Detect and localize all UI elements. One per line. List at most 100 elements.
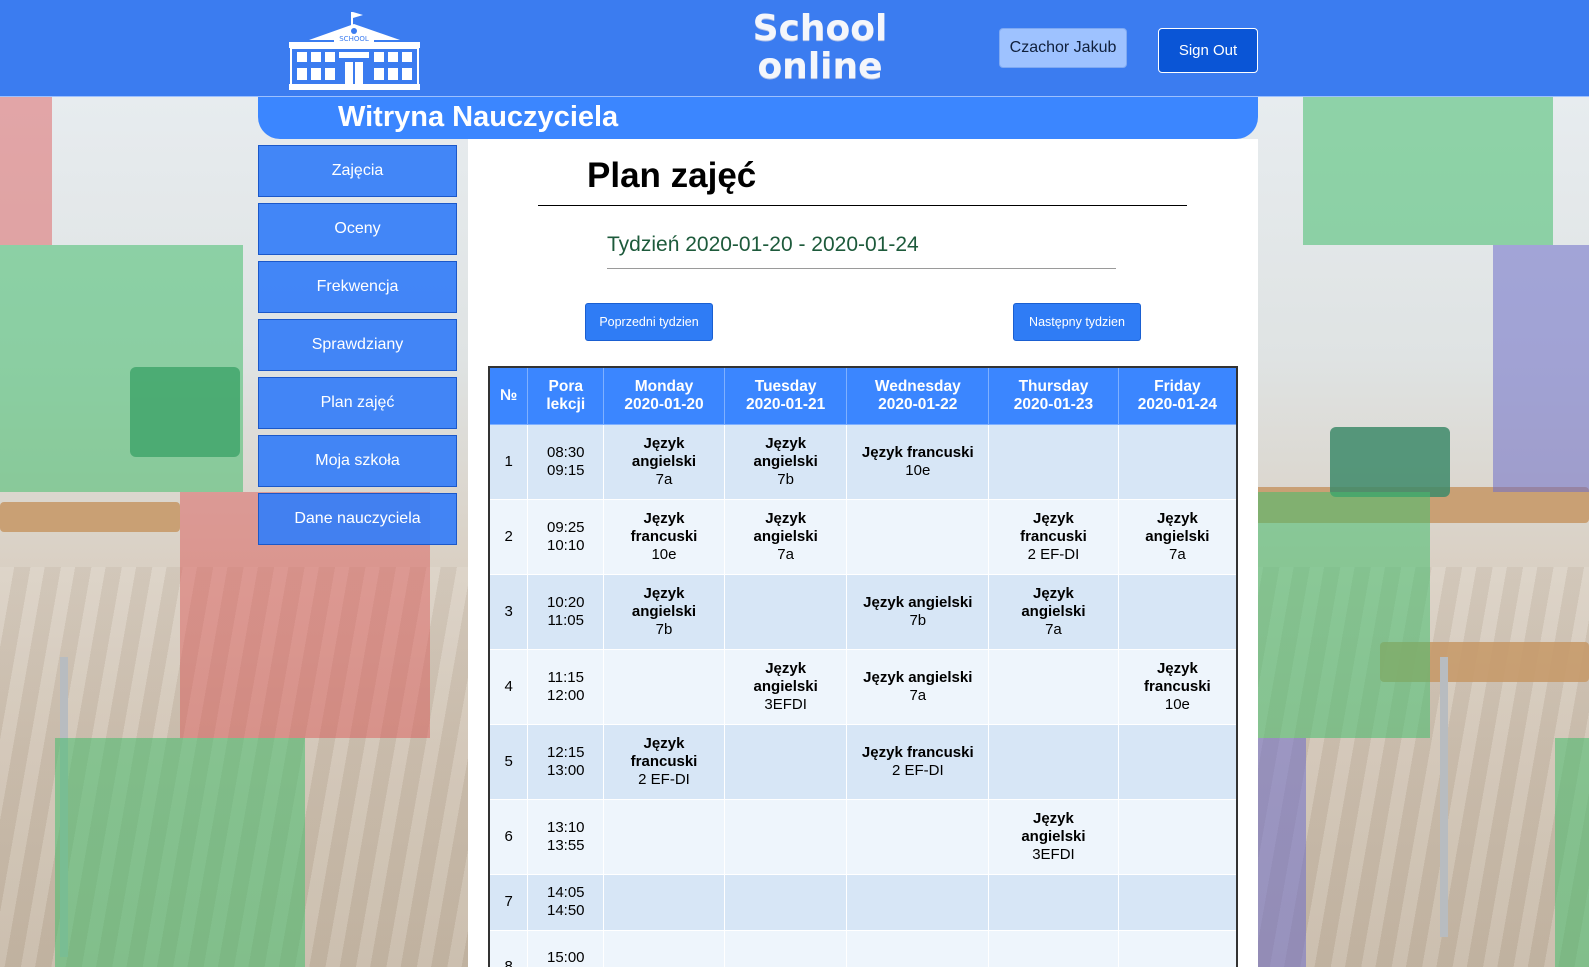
lesson-cell-tuesday xyxy=(723,573,848,650)
school-building-logo[interactable]: SCHOOL xyxy=(289,10,420,90)
subject-name-cont: francuski xyxy=(630,527,698,545)
lesson-cell-monday[interactable]: Język francuski 2 EF-DI xyxy=(603,723,725,800)
subject-name: Język xyxy=(643,734,685,752)
header-line-1: Thursday xyxy=(1018,377,1089,395)
lesson-cell-monday[interactable]: Język angielski 7a xyxy=(603,423,725,500)
lesson-cell-tuesday[interactable]: Język angielski 7a xyxy=(723,498,848,575)
table-row: 7 14:05 14:50 xyxy=(488,873,1238,931)
class-group: 7a xyxy=(655,470,673,488)
subject-name: Język xyxy=(643,584,685,602)
lesson-cell-wednesday[interactable]: Język angielski 7b xyxy=(846,573,990,650)
table-row: 815:0015:45 xyxy=(488,929,1238,967)
sign-out-button[interactable]: Sign Out xyxy=(1158,28,1258,73)
overlay-tile xyxy=(1555,738,1589,967)
lesson-number: 1 xyxy=(488,423,529,500)
sidebar-item-moja-szkola[interactable]: Moja szkoła xyxy=(258,435,457,487)
sidebar-item-plan-zajec[interactable]: Plan zajęć xyxy=(258,377,457,429)
lesson-cell-thursday xyxy=(988,648,1119,725)
lesson-cell-tuesday xyxy=(723,929,848,967)
subject-name: Język xyxy=(1156,509,1198,527)
desk-shape xyxy=(0,502,180,532)
table-row: 4 11:15 12:00 Język angielski 3EFDI Język angi… xyxy=(488,648,1238,725)
brand-line-2: online xyxy=(757,46,883,87)
brand-wordmark: School online xyxy=(735,10,905,86)
lesson-time: 13:10 13:55 xyxy=(527,798,605,875)
class-group: 7a xyxy=(1169,545,1186,563)
week-label: Tydzień 2020-01-20 - 2020-01-24 xyxy=(607,233,919,256)
subject-name-cont: francuski xyxy=(630,752,698,770)
sidebar-item-zajecia[interactable]: Zajęcia xyxy=(258,145,457,197)
lesson-cell-tuesday[interactable]: Język angielski 7b xyxy=(723,423,848,500)
class-group: 3EFDI xyxy=(1032,845,1075,863)
section-ribbon: Witryna Nauczyciela xyxy=(258,97,1258,139)
lesson-time-start: 09:25 xyxy=(546,518,585,536)
col-header-time: Pora lekcji xyxy=(527,366,605,425)
lesson-cell-wednesday[interactable]: Język francuski 2 EF-DI xyxy=(846,723,990,800)
lesson-number: 7 xyxy=(488,873,529,931)
lesson-number: 3 xyxy=(488,573,529,650)
subject-name: Język francuski xyxy=(861,443,974,461)
lesson-time: 15:0015:45 xyxy=(527,929,605,967)
subject-name: Język xyxy=(765,509,807,527)
lesson-cell-friday[interactable]: Język francuski 10e xyxy=(1117,648,1238,725)
lesson-cell-wednesday xyxy=(846,873,990,931)
lesson-time-start: 13:10 xyxy=(546,818,585,836)
lesson-cell-monday[interactable]: Język angielski 7b xyxy=(603,573,725,650)
timetable: № Pora lekcji Monday 2020-01-20 Tuesday 202… xyxy=(488,366,1238,967)
col-header-monday: Monday 2020-01-20 xyxy=(603,366,725,425)
user-name-button[interactable]: Czachor Jakub xyxy=(999,28,1127,68)
header-line-1: Tuesday xyxy=(754,377,817,395)
header-line-1: Monday xyxy=(634,377,694,395)
lesson-time-start: 14:05 xyxy=(546,884,585,901)
lesson-time-end: 12:00 xyxy=(546,686,585,704)
lesson-time-end: 13:00 xyxy=(546,761,585,779)
lesson-cell-monday xyxy=(603,798,725,875)
lesson-time: 14:05 14:50 xyxy=(527,873,605,931)
lesson-cell-thursday[interactable]: Język francuski 2 EF-DI xyxy=(988,498,1119,575)
sidebar-item-oceny[interactable]: Oceny xyxy=(258,203,457,255)
sidebar-item-frekwencja[interactable]: Frekwencja xyxy=(258,261,457,313)
lesson-cell-wednesday xyxy=(846,798,990,875)
lesson-cell-tuesday[interactable]: Język angielski 3EFDI xyxy=(723,648,848,725)
lesson-cell-wednesday[interactable]: Język angielski 7a xyxy=(846,648,990,725)
lesson-cell-thursday[interactable]: Język angielski 7a xyxy=(988,573,1119,650)
lesson-cell-friday[interactable]: Język angielski 7a xyxy=(1117,498,1238,575)
timetable-header-row: № Pora lekcji Monday 2020-01-20 Tuesday 202… xyxy=(488,366,1238,425)
subject-name: Język xyxy=(1156,659,1198,677)
main-panel: Plan zajęć Tydzień 2020-01-20 - 2020-01-… xyxy=(468,139,1258,967)
class-group: 10e xyxy=(905,461,931,479)
lesson-cell-monday xyxy=(603,648,725,725)
ribbon-title: Witryna Nauczyciela xyxy=(338,101,619,133)
class-group: 7a xyxy=(909,686,927,704)
subject-name: Język xyxy=(643,434,685,452)
subject-name: Język xyxy=(1033,509,1074,527)
lesson-cell-wednesday xyxy=(846,929,990,967)
timetable-body: 1 08:30 09:15 Język angielski 7a Język angielsk… xyxy=(488,423,1238,967)
previous-week-button[interactable]: Poprzedni tydzien xyxy=(585,303,713,341)
lesson-cell-tuesday xyxy=(723,723,848,800)
lesson-cell-wednesday[interactable]: Język francuski 10e xyxy=(846,423,990,500)
lesson-cell-thursday[interactable]: Język angielski 3EFDI xyxy=(988,798,1119,875)
class-group: 2 EF-DI xyxy=(891,761,944,779)
class-group: 7b xyxy=(909,611,927,629)
header-line-2: 2020-01-20 xyxy=(624,395,704,413)
subject-name: Język angielski xyxy=(863,668,973,686)
header-line-1: Pora xyxy=(548,377,583,395)
overlay-tile xyxy=(0,245,243,492)
col-header-friday: Friday 2020-01-24 xyxy=(1117,366,1238,425)
lesson-cell-friday xyxy=(1117,929,1238,967)
week-divider xyxy=(607,268,1116,269)
subject-name-cont: angielski xyxy=(1145,527,1210,545)
sidebar-item-dane-nauczyciela[interactable]: Dane nauczyciela xyxy=(258,493,457,545)
lesson-time-end: 13:55 xyxy=(546,836,585,854)
lesson-cell-monday[interactable]: Język francuski 10e xyxy=(603,498,725,575)
sidebar-item-sprawdziany[interactable]: Sprawdziany xyxy=(258,319,457,371)
lesson-cell-monday xyxy=(603,873,725,931)
desk-leg-shape xyxy=(1440,657,1448,937)
lesson-number: 8 xyxy=(488,929,529,967)
lesson-number: 4 xyxy=(488,648,529,725)
next-week-button[interactable]: Następny tydzien xyxy=(1013,303,1141,341)
header-line-1: Friday xyxy=(1154,377,1201,395)
class-group: 7a xyxy=(1045,620,1062,638)
lesson-time-start: 10:20 xyxy=(546,593,585,611)
